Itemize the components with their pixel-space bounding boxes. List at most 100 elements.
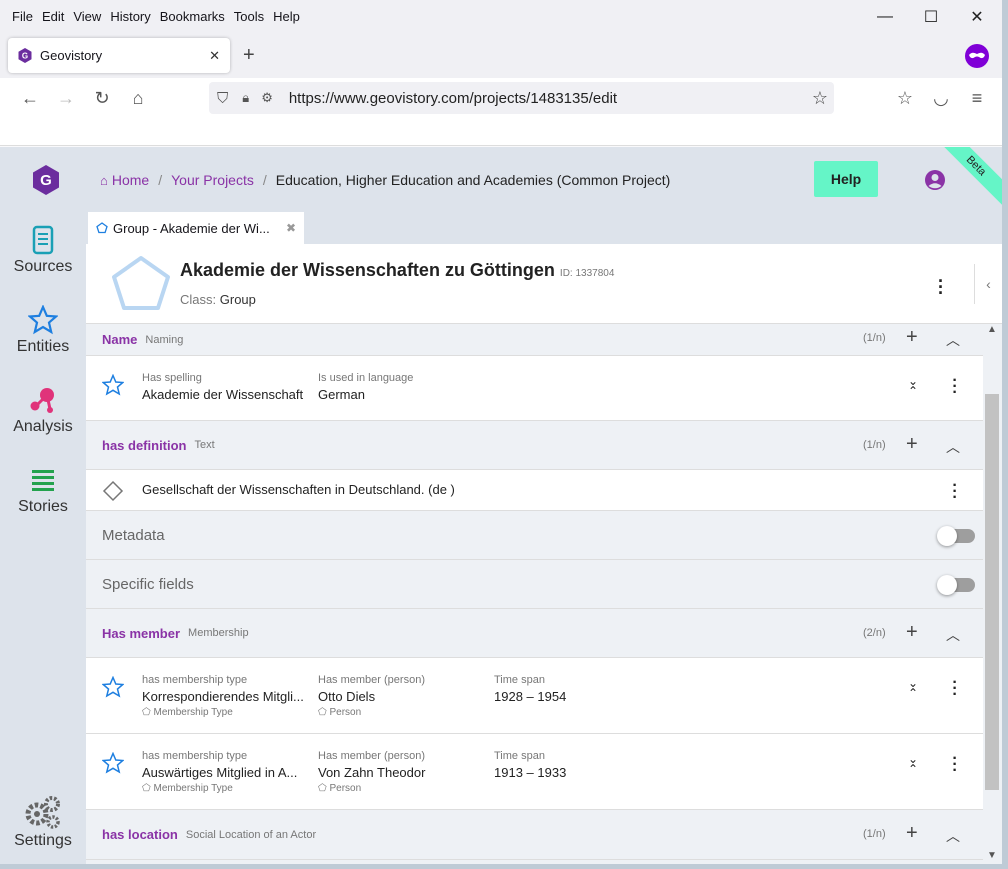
new-tab-icon[interactable]: + bbox=[243, 44, 255, 67]
entity-more-menu-icon[interactable]: · · · bbox=[936, 272, 946, 302]
field-subclass: Person bbox=[329, 783, 362, 794]
hamburger-menu-icon[interactable]: ≡ bbox=[965, 88, 989, 109]
breadcrumb-your-projects[interactable]: Your Projects bbox=[171, 172, 254, 188]
scroll-up-icon[interactable]: ▲ bbox=[987, 324, 997, 335]
menu-edit[interactable]: Edit bbox=[42, 9, 64, 24]
geovistory-logo-icon[interactable]: G bbox=[32, 165, 60, 195]
back-icon[interactable]: ← bbox=[18, 88, 42, 109]
section-subtitle: Social Location of an Actor bbox=[185, 828, 317, 841]
collapse-section-icon[interactable]: ︿ bbox=[946, 826, 960, 846]
home-icon[interactable]: ⌂ bbox=[100, 173, 108, 188]
field-value[interactable]: Von Zahn Theodor bbox=[318, 765, 482, 780]
add-icon[interactable]: + bbox=[906, 621, 918, 644]
field-value[interactable]: 1928 – 1954 bbox=[494, 689, 658, 704]
menu-file[interactable]: File bbox=[12, 9, 33, 24]
menu-bookmarks[interactable]: Bookmarks bbox=[160, 9, 225, 24]
add-icon[interactable]: + bbox=[906, 822, 918, 845]
sidebar-item-entities[interactable]: Entities bbox=[0, 304, 86, 356]
collapse-section-icon[interactable]: ︿ bbox=[946, 625, 960, 645]
menu-view[interactable]: View bbox=[73, 9, 101, 24]
section-subtitle: Naming bbox=[145, 333, 184, 346]
scrollbar-thumb[interactable] bbox=[985, 394, 999, 790]
section-title: has location bbox=[102, 827, 178, 842]
menu-tools[interactable]: Tools bbox=[234, 9, 264, 24]
field-label: Has member (person) bbox=[318, 750, 425, 762]
row-more-icon[interactable]: · · · bbox=[950, 675, 960, 703]
field-value[interactable]: Otto Diels bbox=[318, 689, 482, 704]
reload-icon[interactable]: ↻ bbox=[90, 88, 114, 109]
row-more-icon[interactable]: · · · bbox=[950, 751, 960, 779]
row-more-icon[interactable]: · · · bbox=[950, 478, 960, 506]
section-count: (2/n) bbox=[863, 627, 886, 639]
definition-row[interactable]: Gesellschaft der Wissenschaften in Deuts… bbox=[86, 470, 983, 511]
time-span-field: Time span 1913 – 1933 bbox=[494, 750, 658, 780]
content-scrollbar[interactable]: ▲ ▼ bbox=[983, 324, 1002, 864]
star-outline-icon[interactable] bbox=[102, 752, 124, 774]
has-spelling-field: Has spelling Akademie der Wissenschaft bbox=[142, 372, 312, 402]
tab-close-icon[interactable]: ✕ bbox=[209, 48, 220, 64]
add-icon[interactable]: + bbox=[906, 433, 918, 456]
collapse-panel-icon[interactable]: ‹ bbox=[974, 264, 1002, 304]
app-header: G ⌂ Home / Your Projects / Education, Hi… bbox=[0, 147, 1002, 212]
browser-tab[interactable]: G Geovistory ✕ bbox=[8, 38, 230, 73]
url-bar[interactable]: ⛉ 🔒︎ ⚙ https://www.geovistory.com/projec… bbox=[209, 82, 834, 114]
shield-icon[interactable]: ⛉ bbox=[217, 90, 228, 107]
specific-fields-toggle[interactable] bbox=[937, 575, 975, 595]
member-person-field: Has member (person) Otto Diels ⬠ Person bbox=[318, 674, 482, 718]
star-outline-icon[interactable] bbox=[102, 676, 124, 698]
home-icon[interactable]: ⌂ bbox=[126, 88, 150, 109]
bookmark-star-icon[interactable]: ☆ bbox=[812, 88, 828, 109]
collapse-section-icon[interactable]: ︿ bbox=[946, 330, 960, 350]
add-icon[interactable]: + bbox=[906, 326, 918, 349]
group-pentagon-icon bbox=[112, 256, 170, 310]
metadata-toggle[interactable] bbox=[937, 526, 975, 546]
entity-class: Class: Group bbox=[180, 292, 256, 307]
private-browsing-icon[interactable] bbox=[965, 44, 989, 68]
member-row[interactable]: has membership type Korrespondierendes M… bbox=[86, 658, 983, 734]
minimize-icon[interactable]: — bbox=[862, 6, 908, 28]
help-button[interactable]: Help bbox=[814, 161, 878, 197]
sidebar-item-stories[interactable]: Stories bbox=[0, 464, 86, 516]
maximize-icon[interactable]: ☐ bbox=[908, 6, 954, 28]
field-value[interactable]: Akademie der Wissenschaft bbox=[142, 387, 312, 402]
field-value[interactable]: German bbox=[318, 387, 488, 402]
sidebar-item-settings[interactable]: Settings bbox=[0, 794, 86, 850]
expand-icon[interactable]: ⌄ ⌃ bbox=[908, 677, 918, 699]
star-outline-icon[interactable] bbox=[102, 374, 124, 396]
section-count: (1/n) bbox=[863, 828, 886, 840]
member-person-field: Has member (person) Von Zahn Theodor ⬠ P… bbox=[318, 750, 482, 794]
diamond-icon bbox=[102, 480, 124, 502]
pocket-icon[interactable]: ◡ bbox=[929, 88, 953, 109]
name-row[interactable]: Has spelling Akademie der Wissenschaft I… bbox=[86, 356, 983, 421]
panel-tab[interactable]: Group - Akademie der Wi... ✖ bbox=[88, 212, 304, 244]
definition-text[interactable]: Gesellschaft der Wissenschaften in Deuts… bbox=[142, 482, 455, 497]
breadcrumb-current: Education, Higher Education and Academie… bbox=[275, 172, 671, 188]
expand-icon[interactable]: ⌄ ⌃ bbox=[908, 753, 918, 775]
lock-icon[interactable]: 🔒︎ bbox=[242, 90, 249, 106]
nav-bar: ← → ↻ ⌂ ⛉ 🔒︎ ⚙ https://www.geovistory.co… bbox=[0, 78, 1008, 120]
menu-history[interactable]: History bbox=[110, 9, 150, 24]
expand-icon[interactable]: ⌄ ⌃ bbox=[908, 375, 918, 397]
panel-tab-label: Group - Akademie der Wi... bbox=[113, 220, 270, 236]
url-text[interactable]: https://www.geovistory.com/projects/1483… bbox=[289, 90, 617, 107]
sidebar-item-sources[interactable]: Sources bbox=[0, 224, 86, 276]
section-subtitle: Membership bbox=[188, 627, 249, 639]
pocket-save-icon[interactable]: ☆ bbox=[893, 88, 917, 109]
menu-help[interactable]: Help bbox=[273, 9, 300, 24]
field-label: Has spelling bbox=[142, 372, 202, 384]
field-value[interactable]: Korrespondierendes Mitgli... bbox=[142, 689, 306, 704]
forward-icon[interactable]: → bbox=[54, 88, 78, 109]
panel-tab-close-icon[interactable]: ✖ bbox=[286, 221, 296, 235]
breadcrumb-home[interactable]: Home bbox=[112, 172, 149, 188]
field-value[interactable]: 1913 – 1933 bbox=[494, 765, 658, 780]
row-more-icon[interactable]: · · · bbox=[950, 373, 960, 401]
scroll-down-icon[interactable]: ▼ bbox=[987, 850, 997, 861]
sidebar-item-analysis[interactable]: Analysis bbox=[0, 384, 86, 436]
collapse-section-icon[interactable]: ︿ bbox=[946, 437, 960, 457]
field-value[interactable]: Auswärtiges Mitglied in A... bbox=[142, 765, 306, 780]
field-label: Is used in language bbox=[318, 372, 414, 384]
close-window-icon[interactable]: ✕ bbox=[954, 6, 1000, 28]
user-account-icon[interactable] bbox=[924, 169, 946, 191]
member-row[interactable]: has membership type Auswärtiges Mitglied… bbox=[86, 734, 983, 810]
permissions-icon[interactable]: ⚙ bbox=[261, 90, 273, 106]
